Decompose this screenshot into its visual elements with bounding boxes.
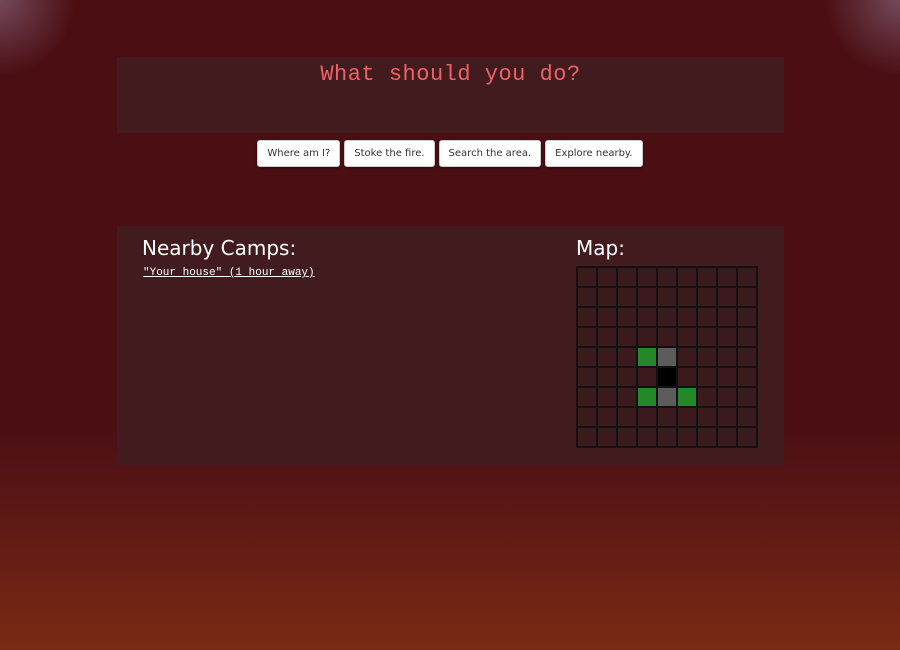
map-cell-unexplored [617, 327, 637, 347]
map-cell-unexplored [697, 387, 717, 407]
map-cell-unexplored [697, 287, 717, 307]
map-cell-road [657, 387, 677, 407]
map-cell-unexplored [597, 407, 617, 427]
map-cell-unexplored [597, 327, 617, 347]
where-am-i-button[interactable]: Where am I? [257, 140, 341, 167]
map-cell-unexplored [617, 267, 637, 287]
map-cell-unexplored [637, 367, 657, 387]
map-cell-unexplored [637, 267, 657, 287]
map-cell-unexplored [737, 327, 757, 347]
map-cell-unexplored [717, 387, 737, 407]
map-cell-unexplored [597, 307, 617, 327]
map-cell-unexplored [717, 407, 737, 427]
map-cell-unexplored [717, 367, 737, 387]
map-cell-road [657, 347, 677, 367]
map-cell-unexplored [737, 387, 757, 407]
map-cell-unexplored [697, 267, 717, 287]
search-area-button[interactable]: Search the area. [438, 140, 542, 167]
map-cell-unexplored [597, 347, 617, 367]
map-cell-unexplored [597, 267, 617, 287]
map-cell-unexplored [737, 427, 757, 447]
map-cell-unexplored [697, 347, 717, 367]
map-cell-unexplored [677, 307, 697, 327]
map-cell-unexplored [637, 327, 657, 347]
map-heading: Map: [576, 236, 625, 260]
map-cell-unexplored [597, 367, 617, 387]
map-cell-unexplored [677, 327, 697, 347]
map-cell-unexplored [737, 347, 757, 367]
map-cell-unexplored [597, 427, 617, 447]
map-cell-unexplored [737, 287, 757, 307]
map-cell-unexplored [657, 427, 677, 447]
info-panel: Nearby Camps: "Your house" (1 hour away)… [117, 226, 784, 465]
map-cell-unexplored [717, 307, 737, 327]
map-cell-unexplored [697, 407, 717, 427]
map-cell-unexplored [597, 287, 617, 307]
map-cell-unexplored [697, 427, 717, 447]
map-cell-unexplored [657, 407, 677, 427]
map-cell-unexplored [657, 307, 677, 327]
map-cell-player [657, 367, 677, 387]
map-cell-grass [637, 347, 657, 367]
explore-nearby-button[interactable]: Explore nearby. [545, 140, 643, 167]
map-cell-unexplored [657, 287, 677, 307]
nearby-camps-heading: Nearby Camps: [142, 236, 297, 260]
map-cell-unexplored [717, 347, 737, 367]
map-cell-unexplored [637, 427, 657, 447]
map-cell-unexplored [597, 387, 617, 407]
map-cell-unexplored [577, 267, 597, 287]
map-cell-unexplored [617, 367, 637, 387]
map-cell-unexplored [737, 367, 757, 387]
map-cell-unexplored [577, 307, 597, 327]
action-bar: Where am I? Stoke the fire. Search the a… [0, 140, 900, 167]
map-cell-unexplored [737, 407, 757, 427]
map-cell-unexplored [577, 407, 597, 427]
map-grid [576, 266, 758, 448]
map-cell-unexplored [657, 267, 677, 287]
map-cell-grass [677, 387, 697, 407]
map-cell-unexplored [697, 327, 717, 347]
map-cell-unexplored [677, 367, 697, 387]
map-cell-grass [637, 387, 657, 407]
map-cell-unexplored [697, 307, 717, 327]
page-title: What should you do? [320, 62, 581, 87]
map-cell-unexplored [737, 267, 757, 287]
map-cell-unexplored [737, 307, 757, 327]
map-cell-unexplored [717, 267, 737, 287]
map-cell-unexplored [717, 327, 737, 347]
map-cell-unexplored [617, 287, 637, 307]
map-cell-unexplored [617, 307, 637, 327]
stoke-fire-button[interactable]: Stoke the fire. [344, 140, 435, 167]
map-cell-unexplored [677, 287, 697, 307]
map-cell-unexplored [577, 347, 597, 367]
map-cell-unexplored [677, 407, 697, 427]
map-cell-unexplored [617, 347, 637, 367]
map-cell-unexplored [577, 427, 597, 447]
map-cell-unexplored [657, 327, 677, 347]
map-cell-unexplored [677, 427, 697, 447]
map-cell-unexplored [617, 407, 637, 427]
prompt-panel: What should you do? [117, 57, 784, 133]
map-cell-unexplored [577, 327, 597, 347]
map-cell-unexplored [717, 427, 737, 447]
map-cell-unexplored [637, 407, 657, 427]
map-cell-unexplored [637, 307, 657, 327]
map-cell-unexplored [677, 267, 697, 287]
map-cell-unexplored [577, 387, 597, 407]
map-cell-unexplored [577, 287, 597, 307]
map-cell-unexplored [637, 287, 657, 307]
map-cell-unexplored [617, 387, 637, 407]
camp-link-your-house[interactable]: "Your house" (1 hour away) [143, 267, 315, 279]
map-cell-unexplored [677, 347, 697, 367]
map-cell-unexplored [697, 367, 717, 387]
map-cell-unexplored [717, 287, 737, 307]
map-cell-unexplored [577, 367, 597, 387]
map-cell-unexplored [617, 427, 637, 447]
